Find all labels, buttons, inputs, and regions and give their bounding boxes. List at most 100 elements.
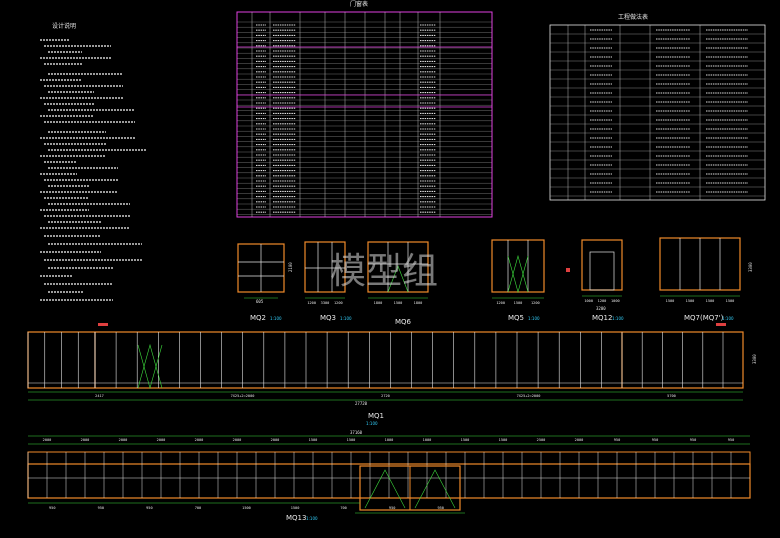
- dimension-text: 1000: [611, 299, 620, 303]
- mq5-frame: [491, 239, 545, 293]
- mq2-dim-width: 605: [256, 299, 264, 304]
- dimension-text: 950: [389, 506, 396, 510]
- mq5-dims: 1200 1500 1200: [496, 301, 539, 305]
- dimension-text: 1500: [309, 438, 318, 442]
- mq1-marker: [98, 323, 108, 326]
- notes-title: 设计说明: [52, 22, 76, 30]
- mq13-bottom-dims: 950 950 950 700 1500 1500 700 950 950: [49, 506, 444, 510]
- dimension-text: 1500: [686, 299, 695, 303]
- dimension-text: 950: [49, 506, 56, 510]
- mq1-marker: [716, 323, 726, 326]
- dimension-text: 2720: [381, 394, 390, 398]
- dimension-text: 3300: [321, 301, 330, 305]
- dimension-text: 950: [98, 506, 105, 510]
- dimension-text: 1800: [414, 301, 423, 305]
- dimension-text: 1200: [307, 301, 316, 305]
- mq5-door-swing: [507, 255, 529, 294]
- dimension-text: 1500: [394, 301, 403, 305]
- mq3-label: MQ3: [320, 314, 336, 322]
- elevation-mq2: 605 2100 MQ2 1:100: [237, 243, 293, 322]
- mq7-dims: 1500 1500 1500 1500: [666, 299, 735, 303]
- mq1-mullions: [27, 332, 743, 388]
- mq6-dims: 1800 1500 1800: [374, 301, 423, 305]
- mq13-top-dims: 2000 2000 2000 2000 2000 2000 2000 1500 1500 1000…: [43, 438, 735, 442]
- mq2-scale: 1:100: [270, 316, 282, 321]
- elevation-mq7: 1500 1500 1500 1500 3300 MQ7(MQ7') 1:100: [659, 237, 753, 322]
- dimension-text: 2000: [43, 438, 52, 442]
- mq12-scale: 1:100: [612, 316, 624, 321]
- dimension-text: 950: [146, 506, 153, 510]
- dimension-text: 1500: [726, 299, 735, 303]
- elevation-mq13: 37160 2000 2000 2000 2000 2000 2000 2000 1500 15…: [27, 430, 751, 522]
- mq12-total: 3200: [596, 306, 606, 311]
- dimension-text: 7X25+2=2000: [517, 394, 541, 398]
- mq7-label: MQ7(MQ7'): [684, 314, 724, 322]
- dimension-text: 2500: [537, 438, 546, 442]
- dimension-text: 1500: [291, 506, 300, 510]
- mq13-scale: 1:100: [306, 516, 318, 521]
- dimension-text: 1500: [706, 299, 715, 303]
- cad-drawing-canvas: 设计说明 门窗表 工程做法表 605 2100 MQ2 1:100 1200 33…: [27, 0, 766, 522]
- mq5-scale: 1:100: [528, 316, 540, 321]
- mq2-dim-height: 2100: [288, 262, 293, 272]
- mq1-dim-height: 3300: [752, 354, 757, 364]
- dimension-text: 2000: [575, 438, 584, 442]
- mq13-door-swing: [364, 469, 406, 509]
- dimension-text: 7X25+2=2000: [231, 394, 255, 398]
- mq3-dims: 1200 3300 1200: [307, 301, 342, 305]
- dimension-text: 2000: [157, 438, 166, 442]
- dimension-text: 2000: [195, 438, 204, 442]
- mq12-door-leaf: [589, 251, 615, 291]
- design-notes: 设计说明: [40, 22, 147, 301]
- mq12-label: MQ12: [592, 314, 612, 322]
- mq5-label: MQ5: [508, 314, 524, 322]
- dimension-text: 1000: [584, 299, 593, 303]
- dimension-text: 2000: [81, 438, 90, 442]
- dimension-text: 1800: [374, 301, 383, 305]
- dimension-text: 1500: [461, 438, 470, 442]
- door-table-grid: [237, 12, 492, 217]
- dimension-text: 1500: [514, 301, 523, 305]
- spec-table-title: 工程做法表: [618, 13, 648, 21]
- dimension-text: 2000: [119, 438, 128, 442]
- elevation-mq5: 1200 1500 1200 MQ5 1:100: [491, 239, 545, 322]
- dimension-text: 1500: [499, 438, 508, 442]
- mq1-frame: [27, 331, 744, 389]
- mq1-scale: 1:100: [366, 421, 378, 426]
- dimension-text: 950: [652, 438, 659, 442]
- dimension-text: 2417: [95, 394, 104, 398]
- mq3-scale: 1:100: [340, 316, 352, 321]
- dimension-text: 1500: [347, 438, 356, 442]
- mq1-dims: 2417 7X25+2=2000 2720 7X25+2=2000 5700: [95, 394, 676, 398]
- dimension-text: 2000: [233, 438, 242, 442]
- dimension-text: 700: [340, 506, 347, 510]
- watermark: 模型组: [330, 251, 438, 292]
- dimension-text: 1200: [531, 301, 540, 305]
- notes-text-lines: [40, 39, 147, 301]
- dimension-text: 5700: [667, 394, 676, 398]
- mq13-mullions: [27, 452, 750, 498]
- mq7-dim-height: 3300: [748, 262, 753, 272]
- mq12-marker: [566, 268, 570, 272]
- mq1-label: MQ1: [368, 412, 384, 420]
- dimension-text: 1500: [242, 506, 251, 510]
- mq2-label: MQ2: [250, 314, 266, 322]
- dimension-text: 1200: [334, 301, 343, 305]
- mq12-frame: [581, 239, 623, 291]
- mq13-door-swing: [414, 469, 456, 509]
- dimension-text: 950: [728, 438, 735, 442]
- dimension-text: 950: [690, 438, 697, 442]
- dimension-text: 700: [195, 506, 202, 510]
- mq7-scale: 1:100: [722, 316, 734, 321]
- spec-table: 工程做法表: [549, 13, 766, 201]
- mq13-label: MQ13: [286, 514, 306, 522]
- dimension-text: 1200: [598, 299, 607, 303]
- dimension-text: 950: [614, 438, 621, 442]
- dimension-text: 1500: [666, 299, 675, 303]
- elevation-mq1: 3300 2417 7X25+2=2000 2720 7X25+2=2000 5700 …: [27, 323, 757, 426]
- dimension-text: 950: [437, 506, 444, 510]
- dimension-text: 1000: [423, 438, 432, 442]
- dimension-text: 1200: [496, 301, 505, 305]
- mq6-label: MQ6: [395, 318, 412, 326]
- dimension-text: 1000: [385, 438, 394, 442]
